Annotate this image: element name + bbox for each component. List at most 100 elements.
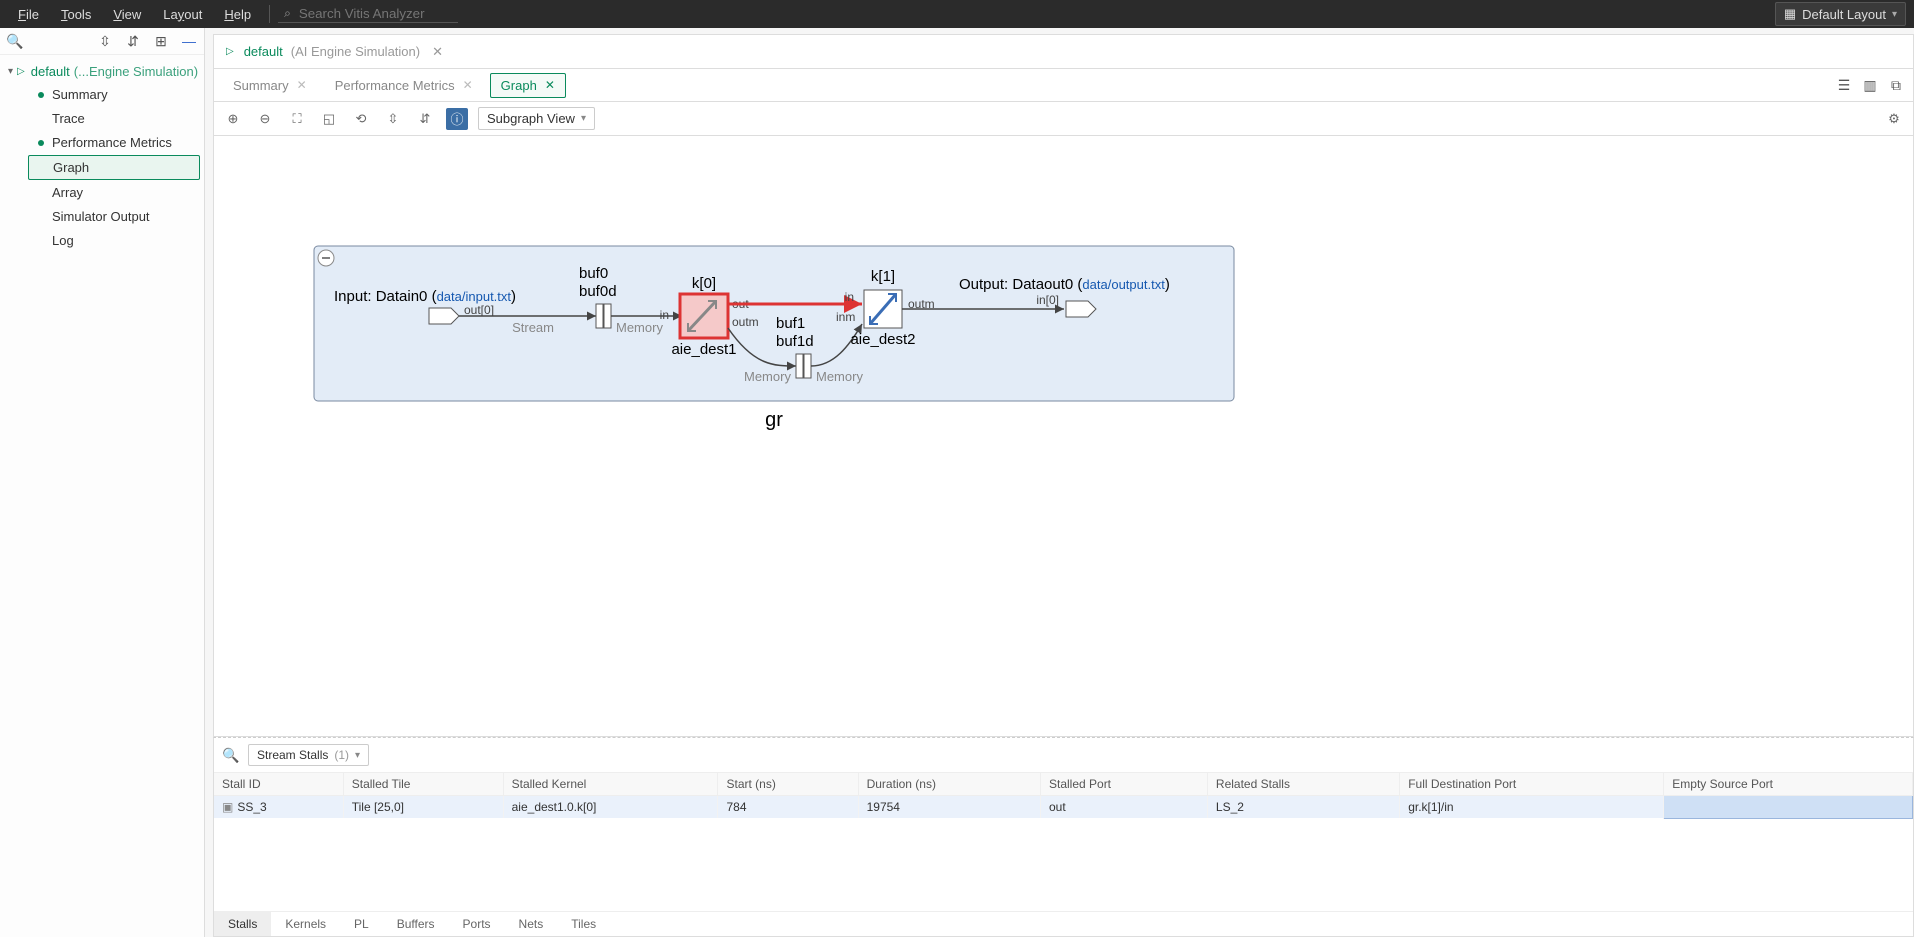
- close-icon[interactable]: ✕: [545, 78, 555, 92]
- list-view-icon[interactable]: ☰: [1835, 76, 1853, 94]
- col-related-stalls[interactable]: Related Stalls: [1207, 773, 1399, 796]
- fit-icon[interactable]: ⛶: [286, 108, 308, 130]
- global-search[interactable]: ⌕: [278, 5, 458, 23]
- collapse-icon[interactable]: ⇳: [382, 108, 404, 130]
- input-file-link[interactable]: data/input.txt: [437, 289, 512, 304]
- status-dot: [38, 116, 44, 122]
- sidebar-item-log[interactable]: Log: [28, 229, 200, 252]
- view-mode-label: Subgraph View: [487, 111, 575, 126]
- tab-label: Graph: [501, 78, 537, 93]
- tree-view-icon[interactable]: ⊞: [152, 32, 170, 50]
- bottom-tabs: StallsKernelsPLBuffersPortsNetsTiles: [214, 911, 1913, 936]
- close-icon[interactable]: ✕: [432, 44, 443, 60]
- chevron-down-icon: ▾: [581, 113, 586, 124]
- col-stalled-tile[interactable]: Stalled Tile: [343, 773, 503, 796]
- bottom-tab-nets[interactable]: Nets: [505, 912, 558, 936]
- minimize-icon[interactable]: —: [180, 32, 198, 50]
- sidebar-item-label: Performance Metrics: [52, 135, 172, 150]
- buf0-label-b: buf0d: [579, 283, 617, 300]
- col-duration-ns-[interactable]: Duration (ns): [858, 773, 1040, 796]
- buf0-label-a: buf0: [579, 265, 608, 282]
- bottom-tab-pl[interactable]: PL: [340, 912, 383, 936]
- sidebar-item-label: Graph: [53, 160, 89, 175]
- sidebar-item-summary[interactable]: Summary: [28, 83, 200, 106]
- kernel-k1[interactable]: [864, 290, 902, 328]
- view-mode-dropdown[interactable]: Subgraph View ▾: [478, 107, 595, 130]
- output-file-link[interactable]: data/output.txt: [1082, 277, 1165, 292]
- zoom-in-icon[interactable]: ⊕: [222, 108, 244, 130]
- zoom-selection-icon[interactable]: ◱: [318, 108, 340, 130]
- chevron-down-icon: ▾: [1892, 9, 1897, 20]
- k0-title: k[0]: [692, 275, 716, 292]
- menu-help[interactable]: Help: [214, 3, 261, 26]
- expand-all-icon[interactable]: ⇵: [124, 32, 142, 50]
- status-dot: [38, 92, 44, 98]
- edge-type-memory-1: Memory: [616, 320, 663, 335]
- global-search-input[interactable]: [297, 5, 437, 22]
- menu-view[interactable]: View: [103, 3, 151, 26]
- stall-icon: ▣: [222, 800, 233, 814]
- search-icon[interactable]: 🔍: [6, 32, 24, 50]
- cell: Tile [25,0]: [343, 796, 503, 819]
- k0-in-port: in: [660, 308, 669, 322]
- bottom-tab-stalls[interactable]: Stalls: [214, 912, 271, 936]
- close-icon[interactable]: ✕: [297, 78, 307, 92]
- tab-label: Performance Metrics: [335, 78, 455, 93]
- refresh-icon[interactable]: ⟲: [350, 108, 372, 130]
- sidebar-item-trace[interactable]: Trace: [28, 107, 200, 130]
- zoom-out-icon[interactable]: ⊖: [254, 108, 276, 130]
- cell: LS_2: [1207, 796, 1399, 819]
- status-dot: [38, 214, 44, 220]
- run-tab[interactable]: ▷ default (AI Engine Simulation) ✕: [213, 34, 1914, 68]
- col-stalled-port[interactable]: Stalled Port: [1040, 773, 1207, 796]
- sidebar-item-performance-metrics[interactable]: Performance Metrics: [28, 131, 200, 154]
- layout-selector[interactable]: ▦ Default Layout ▾: [1775, 2, 1906, 26]
- bottom-tab-ports[interactable]: Ports: [449, 912, 505, 936]
- popout-icon[interactable]: ⧉: [1887, 76, 1905, 94]
- table-row[interactable]: ▣SS_3Tile [25,0]aie_dest1.0.k[0]78419754…: [214, 796, 1913, 819]
- menu-tools[interactable]: Tools: [51, 3, 101, 26]
- tree-root[interactable]: ▾ ▷ default (...Engine Simulation): [4, 61, 200, 82]
- gear-icon[interactable]: ⚙: [1883, 108, 1905, 130]
- run-title: default: [244, 44, 283, 59]
- grid-view-icon[interactable]: ▥: [1861, 76, 1879, 94]
- stall-filter-dropdown[interactable]: Stream Stalls (1) ▾: [248, 744, 369, 766]
- k1-name: aie_dest2: [850, 331, 915, 348]
- close-icon[interactable]: ✕: [463, 78, 473, 92]
- layout-icon: ▦: [1784, 6, 1796, 22]
- collapse-all-icon[interactable]: ⇳: [96, 32, 114, 50]
- buf1[interactable]: [796, 354, 811, 378]
- bottom-tab-kernels[interactable]: Kernels: [271, 912, 340, 936]
- col-full-destination-port[interactable]: Full Destination Port: [1400, 773, 1664, 796]
- col-empty-source-port[interactable]: Empty Source Port: [1664, 773, 1913, 796]
- cell: aie_dest1.0.k[0]: [503, 796, 718, 819]
- tab-label: Summary: [233, 78, 289, 93]
- bottom-tab-buffers[interactable]: Buffers: [383, 912, 449, 936]
- info-icon[interactable]: ⓘ: [446, 108, 468, 130]
- cell: gr.k[1]/in: [1400, 796, 1664, 819]
- menu-file[interactable]: File: [8, 3, 49, 26]
- col-stalled-kernel[interactable]: Stalled Kernel: [503, 773, 718, 796]
- collapse-toggle[interactable]: [318, 250, 334, 266]
- sidebar-item-graph[interactable]: Graph: [28, 155, 200, 180]
- tab-graph[interactable]: Graph ✕: [490, 73, 566, 98]
- tab-summary[interactable]: Summary ✕: [222, 73, 318, 98]
- col-start-ns-[interactable]: Start (ns): [718, 773, 858, 796]
- buf0[interactable]: [596, 304, 611, 328]
- graph-canvas[interactable]: Input: Datain0 (data/input.txt) out[0] S…: [213, 136, 1914, 737]
- col-stall-id[interactable]: Stall ID: [214, 773, 343, 796]
- status-dot: [38, 140, 44, 146]
- expand-icon[interactable]: ⇵: [414, 108, 436, 130]
- tab-performance-metrics[interactable]: Performance Metrics ✕: [324, 73, 484, 98]
- kernel-k0[interactable]: [680, 294, 728, 338]
- sidebar-item-label: Log: [52, 233, 74, 248]
- menu-layout[interactable]: Layout: [153, 3, 212, 26]
- chevron-down-icon: ▾: [355, 750, 360, 761]
- sidebar-item-array[interactable]: Array: [28, 181, 200, 204]
- graph-svg: Input: Datain0 (data/input.txt) out[0] S…: [214, 136, 1914, 556]
- search-icon[interactable]: 🔍: [222, 746, 240, 764]
- sidebar-item-label: Trace: [52, 111, 85, 126]
- bottom-tab-tiles[interactable]: Tiles: [557, 912, 610, 936]
- graph-toolbar: ⊕ ⊖ ⛶ ◱ ⟲ ⇳ ⇵ ⓘ Subgraph View ▾ ⚙: [213, 102, 1914, 136]
- sidebar-item-simulator-output[interactable]: Simulator Output: [28, 205, 200, 228]
